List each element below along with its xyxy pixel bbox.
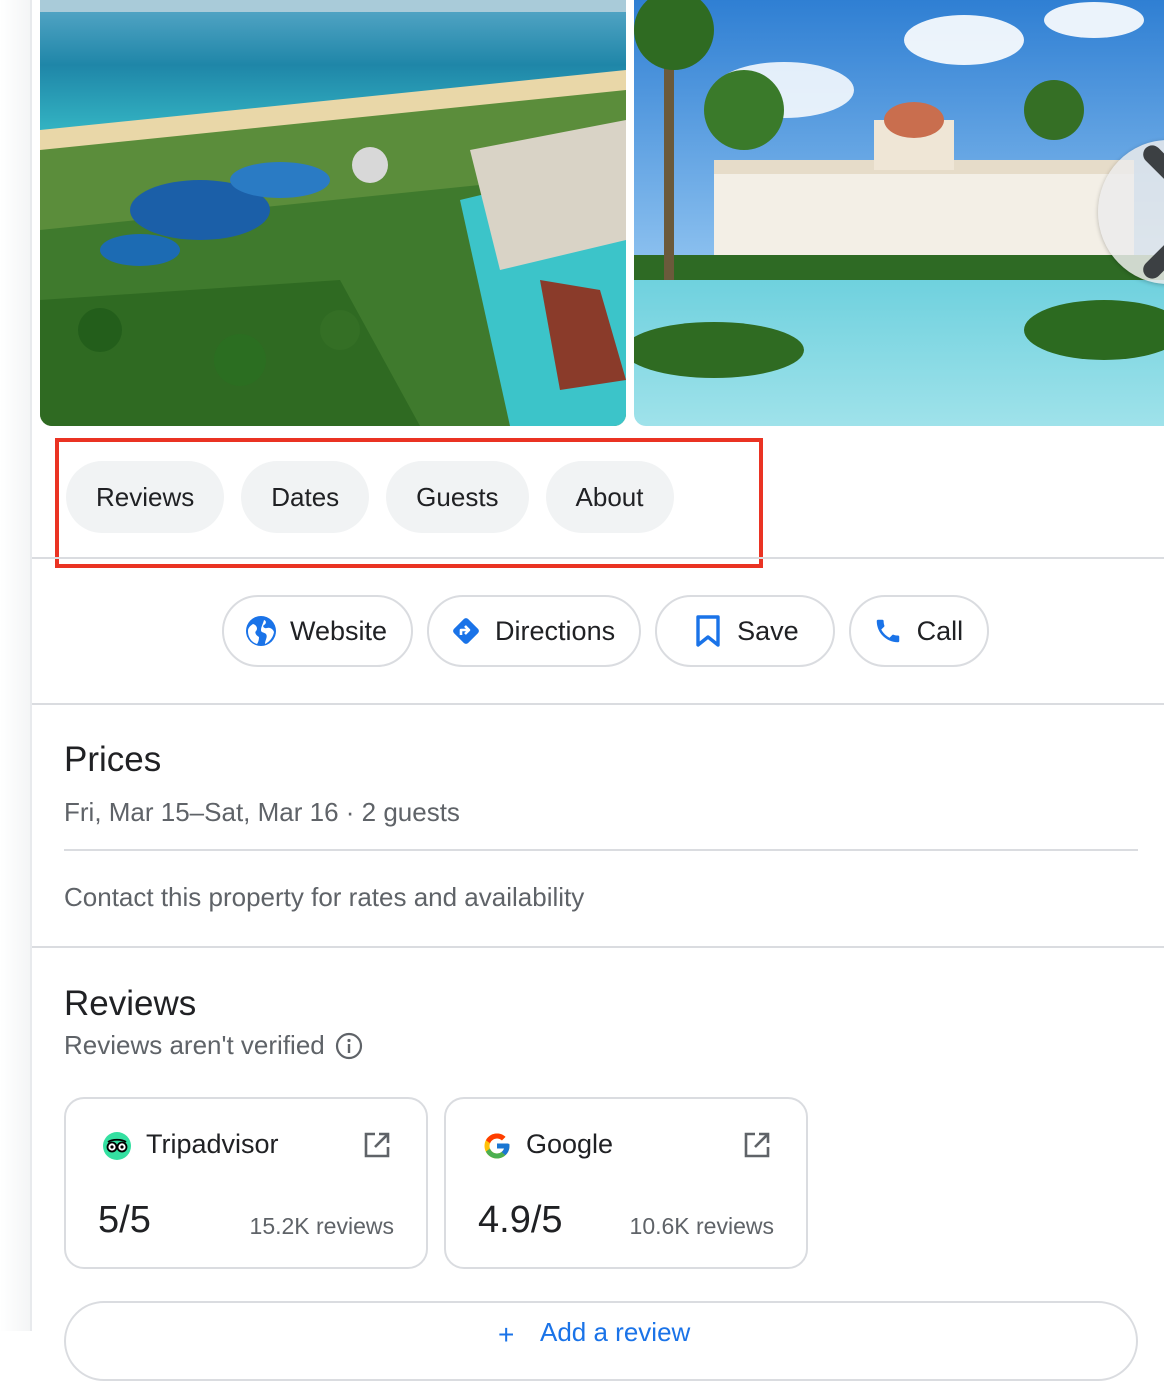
prices-contact-note: Contact this property for rates and avai… [64, 882, 585, 912]
directions-icon [449, 614, 483, 648]
reviews-note-text: Reviews aren't verified [64, 1030, 325, 1060]
action-buttons: Website Directions Save Call [222, 595, 990, 667]
review-count: 15.2K reviews [249, 1213, 394, 1239]
review-score: 5/5 [98, 1199, 151, 1241]
hotel-photo-aerial[interactable] [40, 0, 626, 426]
divider [32, 703, 1164, 705]
bookmark-icon [691, 614, 725, 648]
directions-label: Directions [495, 615, 616, 646]
tripadvisor-icon [102, 1131, 132, 1161]
add-review-button[interactable]: + Add a review [64, 1301, 1138, 1381]
website-label: Website [290, 615, 388, 646]
plus-icon: + [498, 1319, 515, 1350]
info-icon[interactable] [335, 1032, 363, 1060]
page-left-shadow [0, 0, 30, 1331]
external-link-icon[interactable] [742, 1130, 772, 1160]
divider [32, 557, 1164, 559]
call-button[interactable]: Call [848, 595, 990, 667]
hotel-photo-pool[interactable] [634, 0, 1164, 426]
phone-icon [871, 614, 905, 648]
directions-button[interactable]: Directions [427, 595, 642, 667]
review-count: 10.6K reviews [629, 1213, 774, 1239]
add-review-label: Add a review [540, 1317, 691, 1347]
reviews-heading: Reviews [64, 984, 197, 1023]
save-button[interactable]: Save [655, 595, 835, 667]
call-label: Call [916, 615, 964, 646]
website-button[interactable]: Website [222, 595, 414, 667]
review-source-card-google[interactable]: Google 4.9/5 10.6K reviews [444, 1097, 808, 1269]
panel-left-border [30, 0, 32, 1331]
review-score: 4.9/5 [478, 1199, 563, 1241]
prices-heading: Prices [64, 740, 162, 779]
google-g-icon [482, 1131, 512, 1161]
divider [32, 946, 1164, 948]
highlight-box [55, 438, 763, 568]
globe-icon [244, 614, 278, 648]
divider [64, 849, 1138, 851]
review-source-name: Tripadvisor [146, 1129, 279, 1159]
review-source-card-tripadvisor[interactable]: Tripadvisor 5/5 15.2K reviews [64, 1097, 428, 1269]
reviews-verification-note: Reviews aren't verified [64, 1030, 363, 1061]
external-link-icon[interactable] [362, 1130, 392, 1160]
prices-date-guests[interactable]: Fri, Mar 15–Sat, Mar 16 · 2 guests [64, 797, 460, 828]
save-label: Save [737, 615, 799, 646]
chevron-right-icon [1143, 145, 1164, 279]
review-source-name: Google [526, 1129, 614, 1159]
